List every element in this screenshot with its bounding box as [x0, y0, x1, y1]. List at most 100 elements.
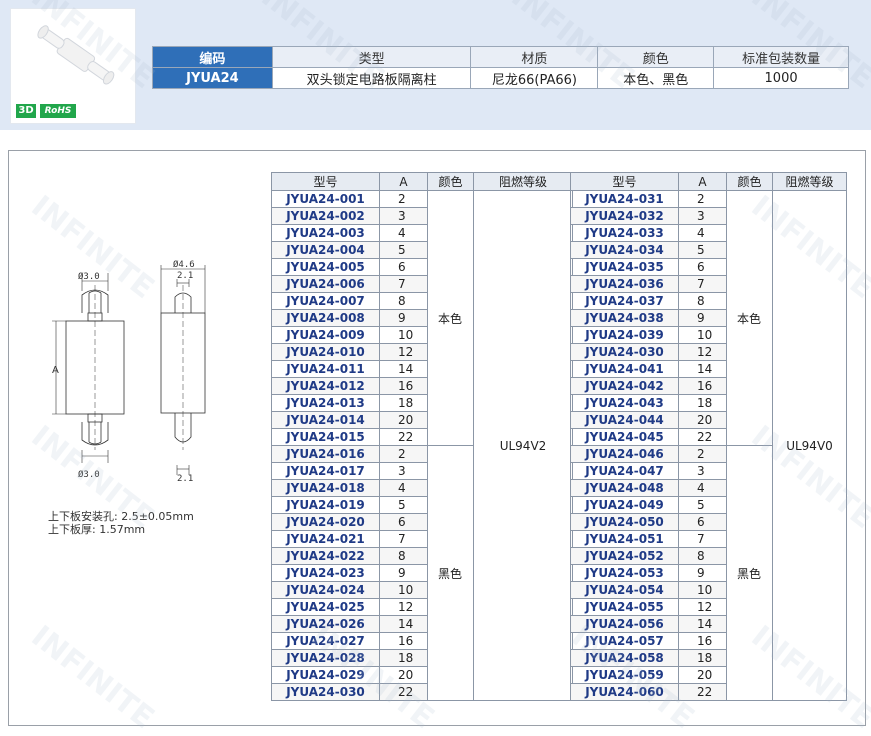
model-cell: JYUA24-010 — [271, 343, 380, 361]
model-cell: JYUA24-032 — [570, 207, 679, 225]
table-row: JYUA24-001 2 本色 UL94V2 — [271, 190, 573, 701]
a-cell: 12 — [379, 343, 428, 361]
a-cell: 6 — [678, 258, 727, 276]
dim-a-label: A — [52, 365, 59, 376]
a-cell: 16 — [379, 632, 428, 650]
model-cell: JYUA24-047 — [570, 462, 679, 480]
model-cell: JYUA24-008 — [271, 309, 380, 327]
model-cell: JYUA24-030 — [271, 683, 380, 701]
model-cell: JYUA24-028 — [271, 649, 380, 667]
model-cell: JYUA24-057 — [570, 632, 679, 650]
model-cell: JYUA24-051 — [570, 530, 679, 548]
a-cell: 2 — [678, 445, 727, 463]
model-cell: JYUA24-026 — [271, 615, 380, 633]
a-cell: 16 — [678, 632, 727, 650]
color-cell-black: 黑色 — [726, 445, 773, 701]
model-cell: JYUA24-059 — [570, 666, 679, 684]
model-cell: JYUA24-011 — [271, 360, 380, 378]
a-cell: 7 — [379, 530, 428, 548]
a-cell: 18 — [678, 394, 727, 412]
info-package-qty-value: 1000 — [713, 67, 849, 89]
a-cell: 7 — [379, 275, 428, 293]
header-flame-grade: 阻燃等级 — [473, 172, 573, 191]
model-cell: JYUA24-053 — [570, 564, 679, 582]
header-a: A — [379, 172, 428, 191]
model-cell: JYUA24-038 — [570, 309, 679, 327]
a-cell: 5 — [678, 241, 727, 259]
dim-2-1-bottom: 2.1 — [177, 474, 193, 484]
model-cell: JYUA24-045 — [570, 428, 679, 446]
info-header-material: 材质 — [470, 46, 599, 68]
color-cell-natural: 本色 — [427, 190, 474, 446]
a-cell: 22 — [379, 428, 428, 446]
a-cell: 22 — [379, 683, 428, 701]
model-cell: JYUA24-041 — [570, 360, 679, 378]
model-cell: JYUA24-037 — [570, 292, 679, 310]
model-cell: JYUA24-006 — [271, 275, 380, 293]
a-cell: 9 — [678, 309, 727, 327]
a-cell: 12 — [379, 598, 428, 616]
a-cell: 9 — [379, 564, 428, 582]
info-header-color: 颜色 — [597, 46, 715, 68]
dim-diameter-3-top: Ø3.0 — [78, 271, 100, 282]
a-cell: 4 — [678, 479, 727, 497]
model-cell: JYUA24-004 — [271, 241, 380, 259]
model-cell: JYUA24-033 — [570, 224, 679, 242]
a-cell: 4 — [678, 224, 727, 242]
model-cell: JYUA24-018 — [271, 479, 380, 497]
table-row: JYUA24-031 2 本色 UL94V0 — [570, 190, 847, 701]
model-cell: JYUA24-031 — [570, 190, 679, 208]
model-cell: JYUA24-046 — [570, 445, 679, 463]
header-color: 颜色 — [726, 172, 773, 191]
a-cell: 20 — [678, 666, 727, 684]
model-cell: JYUA24-020 — [271, 513, 380, 531]
model-cell: JYUA24-042 — [570, 377, 679, 395]
model-cell: JYUA24-050 — [570, 513, 679, 531]
spec-table-left: 型号 A 颜色 阻燃等级 JYUA24-001 2 本色 UL94V2 JYUA24-0… — [271, 172, 573, 701]
info-header-type: 类型 — [271, 46, 472, 68]
a-cell: 4 — [379, 479, 428, 497]
a-cell: 22 — [678, 428, 727, 446]
model-cell: JYUA24-003 — [271, 224, 380, 242]
model-cell: JYUA24-019 — [271, 496, 380, 514]
a-cell: 12 — [678, 343, 727, 361]
a-cell: 2 — [379, 190, 428, 208]
a-cell: 8 — [678, 292, 727, 310]
a-cell: 10 — [678, 326, 727, 344]
a-cell: 16 — [379, 377, 428, 395]
header-model: 型号 — [570, 172, 679, 191]
model-cell: JYUA24-023 — [271, 564, 380, 582]
a-cell: 9 — [678, 564, 727, 582]
info-header-package-qty: 标准包装数量 — [713, 46, 849, 68]
a-cell: 4 — [379, 224, 428, 242]
model-cell: JYUA24-027 — [271, 632, 380, 650]
a-cell: 8 — [678, 547, 727, 565]
a-cell: 6 — [379, 258, 428, 276]
model-cell: JYUA24-009 — [271, 326, 380, 344]
a-cell: 10 — [379, 326, 428, 344]
3d-badge: 3D — [16, 104, 36, 118]
a-cell: 3 — [379, 462, 428, 480]
model-cell: JYUA24-025 — [271, 598, 380, 616]
header-color: 颜色 — [427, 172, 474, 191]
a-cell: 3 — [678, 207, 727, 225]
a-cell: 10 — [678, 581, 727, 599]
technical-drawing: Ø3.0 Ø4.6 2.1 Ø3.0 2.1 A — [52, 259, 206, 484]
color-cell-black: 黑色 — [427, 445, 474, 701]
model-cell: JYUA24-001 — [271, 190, 380, 208]
info-header-code: 编码 — [152, 46, 273, 68]
model-cell: JYUA24-060 — [570, 683, 679, 701]
a-cell: 9 — [379, 309, 428, 327]
a-cell: 8 — [379, 547, 428, 565]
model-cell: JYUA24-007 — [271, 292, 380, 310]
dim-diameter-3-bottom: Ø3.0 — [78, 469, 100, 480]
model-cell: JYUA24-015 — [271, 428, 380, 446]
a-cell: 7 — [678, 530, 727, 548]
model-cell: JYUA24-029 — [271, 666, 380, 684]
model-cell: JYUA24-043 — [570, 394, 679, 412]
model-cell: JYUA24-012 — [271, 377, 380, 395]
a-cell: 14 — [379, 360, 428, 378]
model-cell: JYUA24-044 — [570, 411, 679, 429]
model-cell: JYUA24-022 — [271, 547, 380, 565]
model-cell: JYUA24-030 — [570, 343, 679, 361]
